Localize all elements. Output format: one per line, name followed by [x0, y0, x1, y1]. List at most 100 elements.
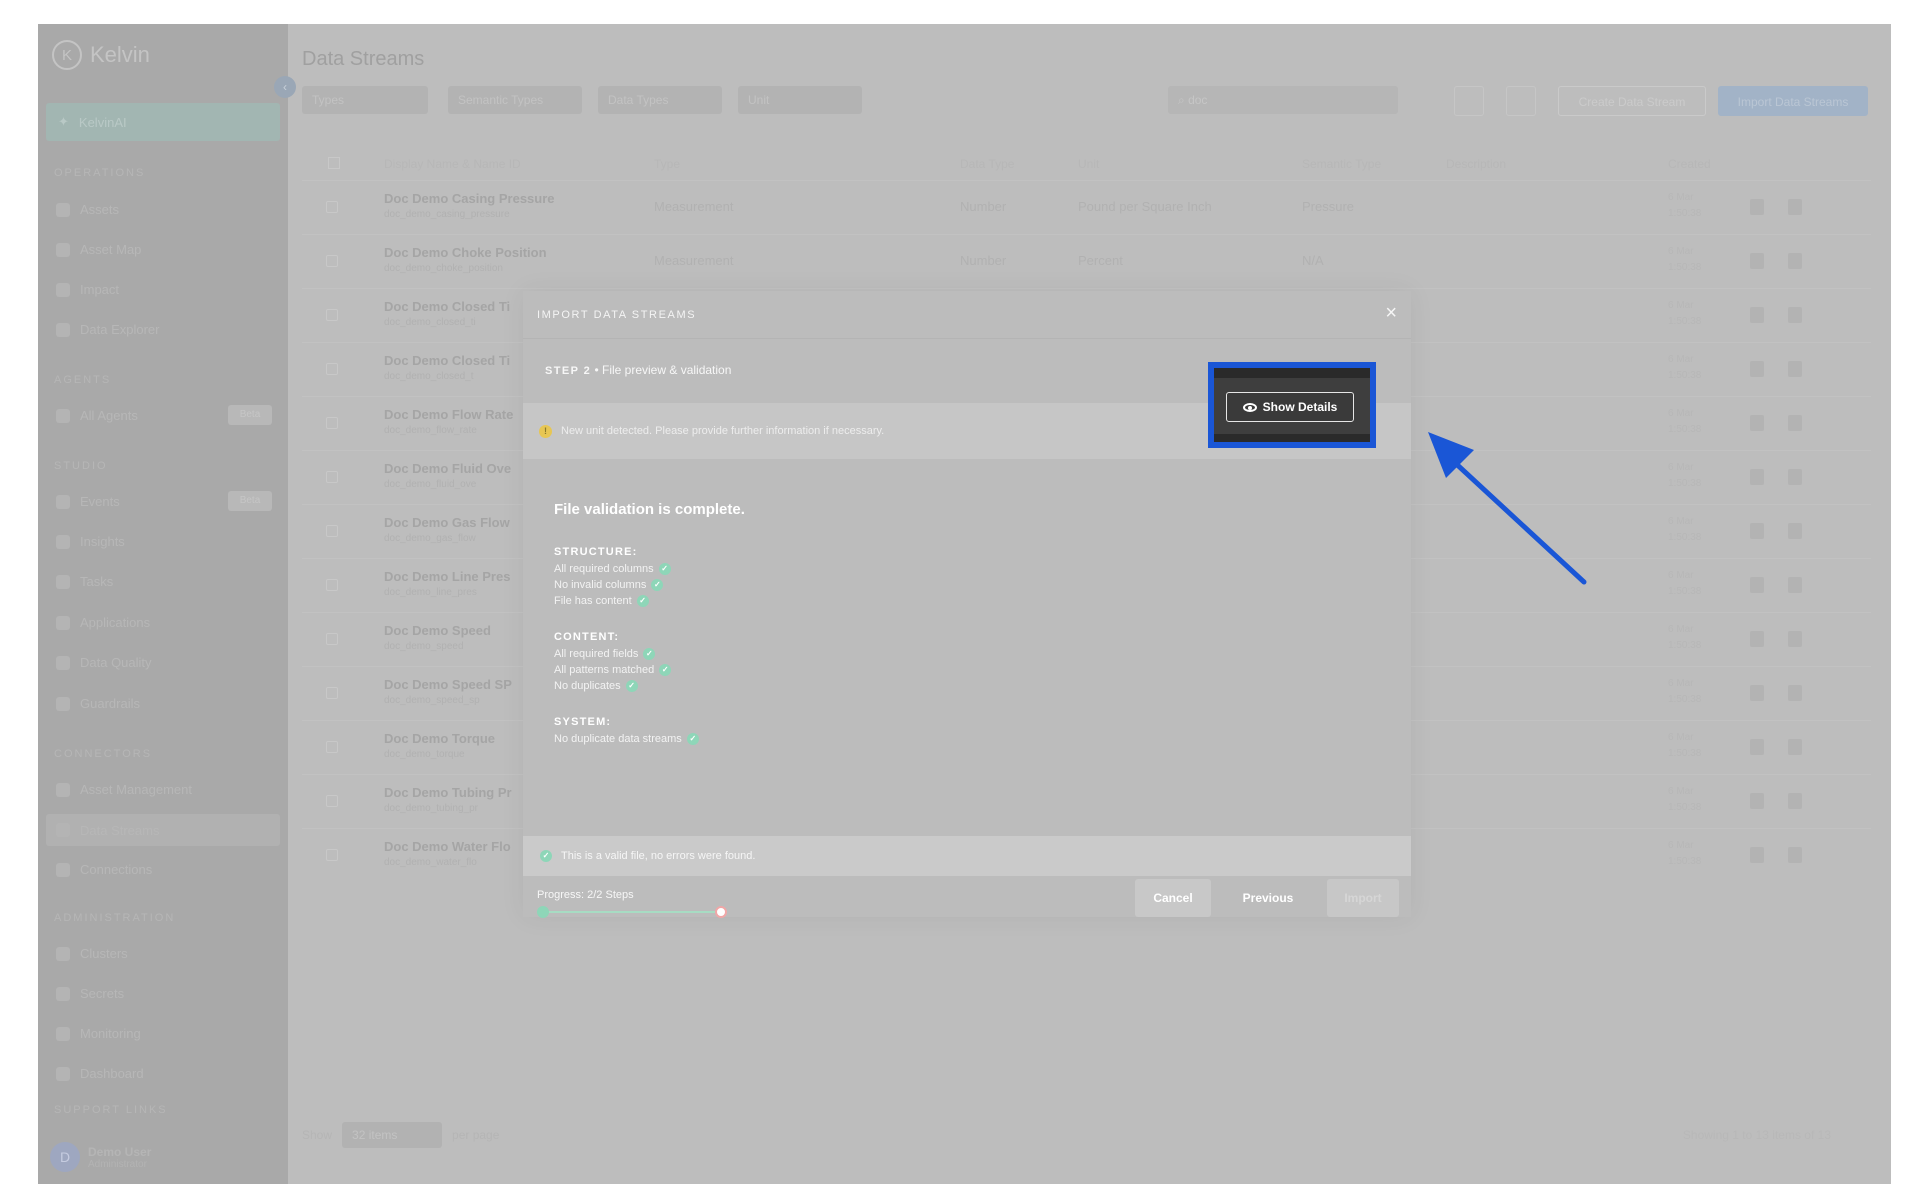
import-data-streams-button[interactable]: Import Data Streams [1718, 86, 1868, 116]
row-name[interactable]: Doc Demo Casing Pressure [384, 191, 555, 206]
sidebar-item-tasks[interactable]: Tasks [56, 574, 280, 589]
sidebar-item-impact[interactable]: Impact [56, 282, 280, 297]
sidebar-item-kelvinai[interactable]: ✦ KelvinAI [46, 103, 280, 141]
edit-icon[interactable] [1750, 793, 1764, 809]
row-checkbox[interactable] [326, 309, 338, 321]
column-header[interactable]: Description [1446, 157, 1506, 171]
section-connectors[interactable]: CONNECTORS [54, 748, 152, 760]
trash-icon[interactable] [1788, 739, 1802, 755]
row-name[interactable]: Doc Demo Flow Rate [384, 407, 513, 422]
section-support-links[interactable]: SUPPORT LINKS [54, 1104, 168, 1116]
row-checkbox[interactable] [326, 741, 338, 753]
sidebar-collapse-button[interactable]: ‹ [274, 76, 296, 98]
row-name[interactable]: Doc Demo Closed Ti [384, 353, 510, 368]
column-header[interactable]: Data Type [960, 157, 1014, 171]
row-checkbox[interactable] [326, 633, 338, 645]
select-all-checkbox[interactable] [328, 157, 340, 169]
row-name[interactable]: Doc Demo Gas Flow [384, 515, 510, 530]
sidebar-item-events[interactable]: Events Beta [56, 491, 280, 511]
cancel-button[interactable]: Cancel [1135, 879, 1211, 917]
filter-types[interactable]: Types [302, 86, 428, 114]
row-checkbox[interactable] [326, 201, 338, 213]
close-icon[interactable]: × [1385, 302, 1397, 325]
create-data-stream-button[interactable]: Create Data Stream [1558, 86, 1706, 116]
row-checkbox[interactable] [326, 417, 338, 429]
row-checkbox[interactable] [326, 525, 338, 537]
trash-icon[interactable] [1788, 523, 1802, 539]
list-view-icon[interactable] [1418, 86, 1448, 116]
sidebar-item-data-streams[interactable]: Data Streams [46, 814, 280, 846]
trash-icon[interactable] [1788, 685, 1802, 701]
sidebar-item-monitoring[interactable]: Monitoring [56, 1026, 280, 1041]
show-details-button[interactable]: Show Details [1226, 392, 1354, 422]
edit-icon[interactable] [1750, 307, 1764, 323]
sidebar-item-data-explorer[interactable]: Data Explorer [56, 322, 280, 337]
column-header[interactable]: Created [1668, 157, 1711, 171]
row-name[interactable]: Doc Demo Fluid Ove [384, 461, 511, 476]
row-checkbox[interactable] [326, 795, 338, 807]
trash-icon[interactable] [1788, 199, 1802, 215]
previous-button[interactable]: Previous [1225, 879, 1311, 917]
edit-icon[interactable] [1750, 847, 1764, 863]
sidebar-item-secrets[interactable]: Secrets [56, 986, 280, 1001]
search-input[interactable]: ⌕ doc [1168, 86, 1398, 114]
sidebar-item-asset-management[interactable]: Asset Management [56, 782, 280, 797]
filter-unit[interactable]: Unit [738, 86, 862, 114]
column-header[interactable]: Unit [1078, 157, 1099, 171]
row-checkbox[interactable] [326, 471, 338, 483]
sidebar-item-insights[interactable]: Insights [56, 534, 280, 549]
edit-icon[interactable] [1750, 631, 1764, 647]
row-name[interactable]: Doc Demo Choke Position [384, 245, 547, 260]
column-header[interactable]: Display Name & Name ID [384, 157, 521, 171]
edit-icon[interactable] [1750, 199, 1764, 215]
row-name[interactable]: Doc Demo Line Pres [384, 569, 510, 584]
trash-icon[interactable] [1788, 361, 1802, 377]
filter-semantic-types[interactable]: Semantic Types [448, 86, 582, 114]
sidebar-item-asset-map[interactable]: Asset Map [56, 242, 280, 257]
trash-icon[interactable] [1788, 847, 1802, 863]
row-checkbox[interactable] [326, 363, 338, 375]
sidebar-item-connections[interactable]: Connections [56, 862, 280, 877]
edit-icon[interactable] [1750, 415, 1764, 431]
edit-icon[interactable] [1750, 685, 1764, 701]
column-header[interactable]: Semantic Type [1302, 157, 1381, 171]
trash-icon[interactable] [1788, 793, 1802, 809]
sidebar-item-data-quality[interactable]: Data Quality [56, 655, 280, 670]
section-administration[interactable]: ADMINISTRATION [54, 912, 175, 924]
import-button[interactable]: Import [1327, 879, 1399, 917]
edit-icon[interactable] [1750, 577, 1764, 593]
trash-icon[interactable] [1788, 631, 1802, 647]
sidebar-item-dashboard[interactable]: Dashboard [56, 1066, 280, 1081]
sidebar-item-applications[interactable]: Applications [56, 615, 280, 630]
edit-icon[interactable] [1750, 253, 1764, 269]
row-checkbox[interactable] [326, 255, 338, 267]
row-checkbox[interactable] [326, 579, 338, 591]
row-name[interactable]: Doc Demo Water Flo [384, 839, 511, 854]
edit-icon[interactable] [1750, 361, 1764, 377]
row-name[interactable]: Doc Demo Closed Ti [384, 299, 510, 314]
sidebar-item-assets[interactable]: Assets [56, 202, 280, 217]
per-page-select[interactable]: 32 items [342, 1122, 443, 1148]
trash-icon[interactable] [1788, 469, 1802, 485]
sidebar-item-guardrails[interactable]: Guardrails [56, 696, 280, 711]
row-checkbox[interactable] [326, 687, 338, 699]
sidebar-item-all-agents[interactable]: All Agents Beta [56, 405, 280, 425]
row-name[interactable]: Doc Demo Torque [384, 731, 495, 746]
section-studio[interactable]: STUDIO [54, 460, 108, 472]
table-row[interactable]: Doc Demo Casing Pressure doc_demo_casing_… [302, 180, 1871, 234]
column-header[interactable]: Type [654, 157, 680, 171]
row-name[interactable]: Doc Demo Tubing Pr [384, 785, 512, 800]
table-view-icon[interactable] [1454, 86, 1484, 116]
trash-icon[interactable] [1788, 307, 1802, 323]
user-profile[interactable]: D Demo User Administrator [50, 1142, 151, 1172]
sidebar-item-clusters[interactable]: Clusters [56, 946, 280, 961]
trash-icon[interactable] [1788, 415, 1802, 431]
row-checkbox[interactable] [326, 849, 338, 861]
edit-icon[interactable] [1750, 469, 1764, 485]
table-row[interactable]: Doc Demo Choke Position doc_demo_choke_po… [302, 234, 1871, 288]
row-name[interactable]: Doc Demo Speed [384, 623, 491, 638]
trash-icon[interactable] [1788, 577, 1802, 593]
section-agents[interactable]: AGENTS [54, 374, 111, 386]
section-operations[interactable]: OPERATIONS [54, 167, 145, 179]
settings-gear-icon[interactable] [1506, 86, 1536, 116]
